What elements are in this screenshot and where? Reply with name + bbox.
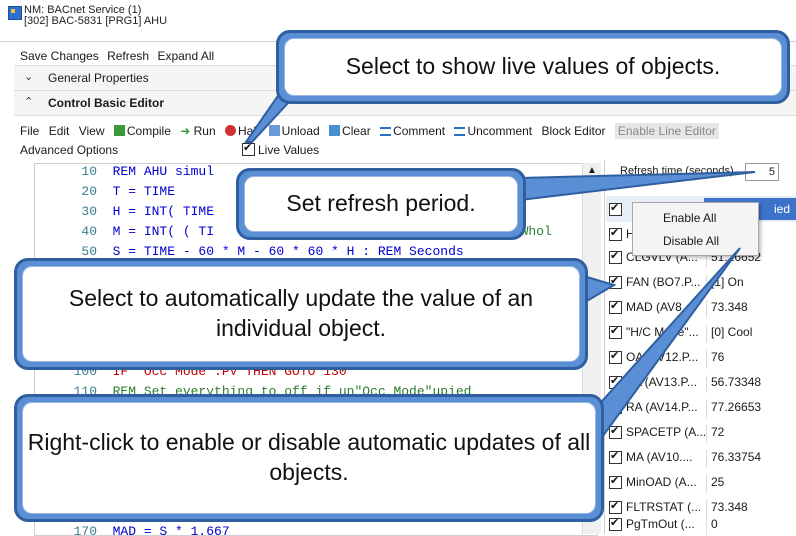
bacnet-service-window: NM: BACnet Service (1) [302] BAC-5831 [P… [0,0,796,536]
callout-live-values: Select to show live values of objects. [276,30,790,104]
callout-text: Select to show live values of objects. [284,38,782,96]
callout-auto-update: Select to automatically update the value… [14,258,588,370]
callout-right-click: Right-click to enable or disable automat… [14,394,604,522]
callout-text: Right-click to enable or disable automat… [22,402,596,514]
callout-text: Set refresh period. [244,176,518,232]
pointer-refresh [519,171,756,202]
callout-text: Select to automatically update the value… [22,266,580,362]
callout-refresh-period: Set refresh period. [236,168,526,240]
pointer-right-click [583,247,741,442]
